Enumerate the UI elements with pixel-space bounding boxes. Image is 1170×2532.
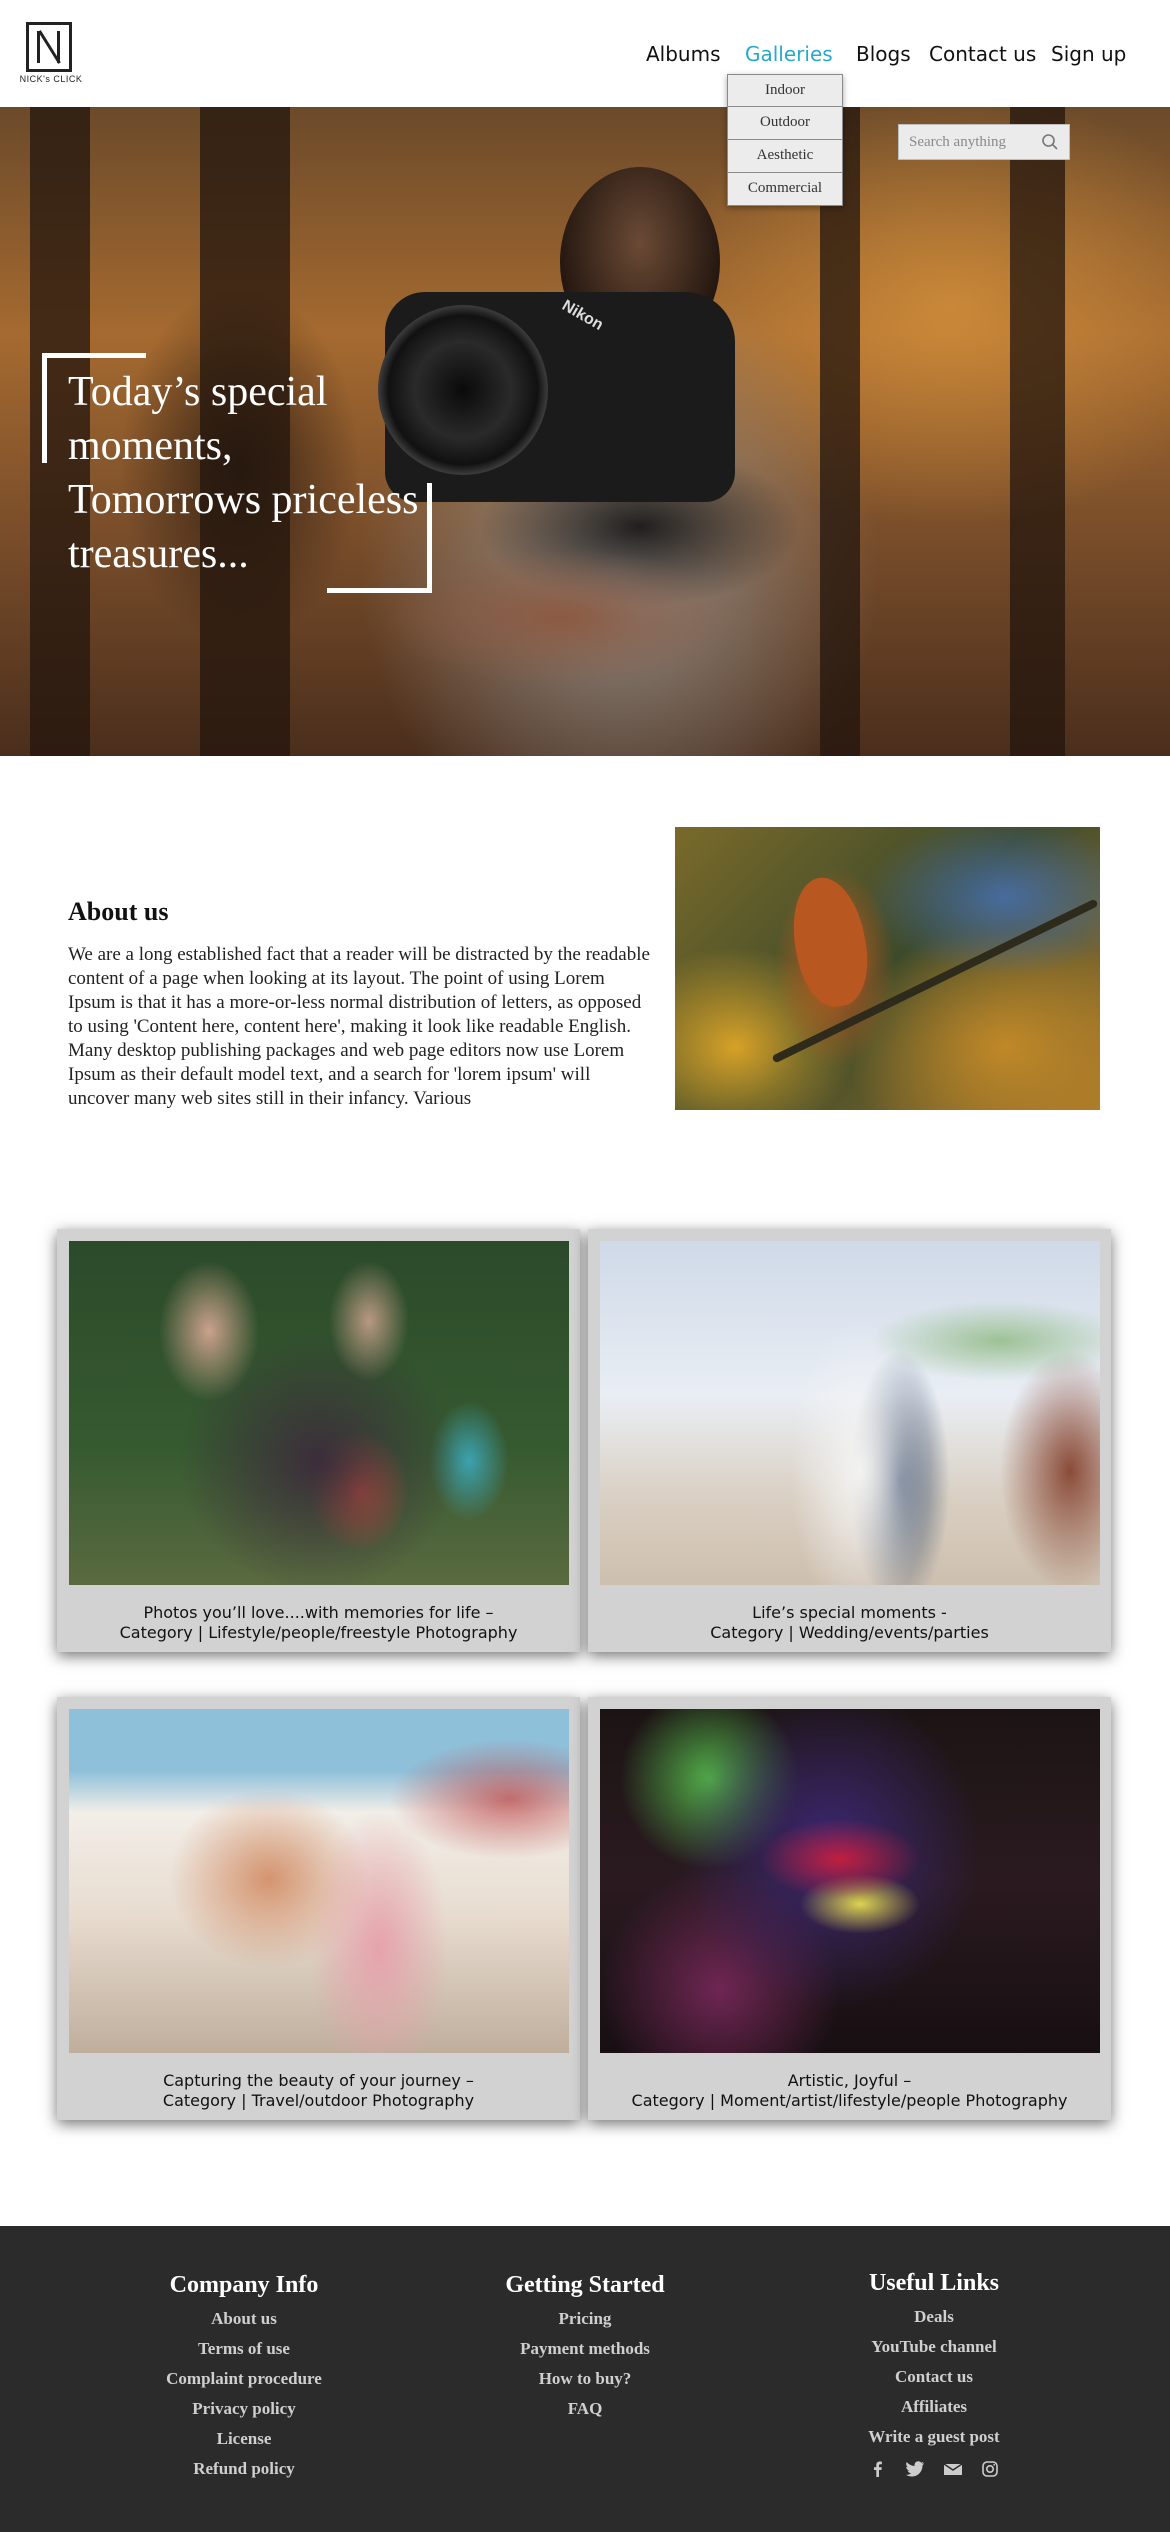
footer-link-license[interactable]: License <box>144 2424 344 2454</box>
social-links <box>834 2460 1034 2478</box>
gallery-category: Category | Travel/outdoor Photography <box>162 2091 475 2110</box>
search-placeholder: Search anything <box>909 134 1007 150</box>
footer-link-contact-us[interactable]: Contact us <box>834 2362 1034 2392</box>
nav-albums[interactable]: Albums <box>646 42 721 66</box>
hero-line-2: moments, <box>68 423 233 469</box>
gallery-image-wedding[interactable] <box>600 1241 1100 1585</box>
nav-contact-us[interactable]: Contact us <box>929 42 1036 66</box>
footer-link-youtube-channel[interactable]: YouTube channel <box>834 2332 1034 2362</box>
about-body: We are a long established fact that a re… <box>68 944 650 1109</box>
logo-mark <box>26 22 72 72</box>
gallery-category: Category | Moment/artist/lifestyle/peopl… <box>631 2091 1068 2110</box>
gallery-image-travel[interactable] <box>69 1709 569 2053</box>
gallery-caption: Capturing the beauty of your journey – <box>163 2071 474 2090</box>
hero-line-4: treasures... <box>68 531 249 577</box>
search-icon[interactable] <box>1041 133 1059 151</box>
footer-heading: Useful Links <box>868 2270 1000 2296</box>
footer-link-faq[interactable]: FAQ <box>485 2394 685 2424</box>
gallery-caption: Photos you’ll love....with memories for … <box>143 1603 494 1622</box>
gallery-caption: Artistic, Joyful – <box>787 2071 912 2090</box>
footer-link-affiliates[interactable]: Affiliates <box>834 2392 1034 2422</box>
dropdown-item-aesthetic[interactable]: Aesthetic <box>727 140 843 173</box>
gallery-card-wedding[interactable]: Life’s special moments - Category | Wedd… <box>588 1229 1111 1652</box>
instagram-icon[interactable] <box>981 2460 999 2478</box>
gallery-card-lifestyle[interactable]: Photos you’ll love....with memories for … <box>57 1229 580 1652</box>
hero-line-1: Today’s special <box>68 369 328 415</box>
footer-getting-started: Getting Started Pricing Payment methods … <box>485 2270 685 2424</box>
about-image <box>675 827 1100 1110</box>
galleries-dropdown: Indoor Outdoor Aesthetic Commercial <box>727 74 843 206</box>
footer-company-info: Company Info About us Terms of use Compl… <box>144 2270 344 2484</box>
footer-link-deals[interactable]: Deals <box>834 2302 1034 2332</box>
logo[interactable]: NICK's CLICK <box>16 18 86 88</box>
footer-link-how-to-buy[interactable]: How to buy? <box>485 2364 685 2394</box>
search-input[interactable]: Search anything <box>898 124 1070 160</box>
frame-corner-top-left-vertical <box>42 353 47 463</box>
footer-heading: Getting Started <box>505 2272 665 2298</box>
hero-banner: Nikon Today’s special moments, Tomorrows… <box>0 107 1170 756</box>
gallery-card-travel[interactable]: Capturing the beauty of your journey – C… <box>57 1697 580 2120</box>
nav-galleries[interactable]: Galleries <box>745 42 833 66</box>
footer-link-payment-methods[interactable]: Payment methods <box>485 2334 685 2364</box>
gallery-category: Category | Wedding/events/parties <box>710 1623 989 1642</box>
nav-blogs[interactable]: Blogs <box>856 42 911 66</box>
hero-headline: Today’s special moments, Tomorrows price… <box>68 365 448 581</box>
footer-link-write-guest-post[interactable]: Write a guest post <box>834 2422 1034 2452</box>
dropdown-item-indoor[interactable]: Indoor <box>727 74 843 107</box>
gallery-caption: Life’s special moments - <box>752 1603 947 1622</box>
site-header: NICK's CLICK Albums Galleries Blogs Cont… <box>0 0 1170 107</box>
about-title: About us <box>68 897 169 926</box>
gallery-image-family[interactable] <box>69 1241 569 1585</box>
email-icon[interactable] <box>943 2460 963 2478</box>
nav-sign-up[interactable]: Sign up <box>1051 42 1126 66</box>
footer-link-pricing[interactable]: Pricing <box>485 2304 685 2334</box>
footer-link-complaint-procedure[interactable]: Complaint procedure <box>144 2364 344 2394</box>
footer-useful-links: Useful Links Deals YouTube channel Conta… <box>834 2268 1034 2478</box>
gallery-category: Category | Lifestyle/people/freestyle Ph… <box>119 1623 518 1642</box>
frame-corner-top-left <box>42 353 146 358</box>
dropdown-item-commercial[interactable]: Commercial <box>727 173 843 206</box>
frame-corner-bottom-right <box>327 588 432 593</box>
facebook-icon[interactable] <box>869 2460 887 2478</box>
footer-link-terms-of-use[interactable]: Terms of use <box>144 2334 344 2364</box>
footer-link-about-us[interactable]: About us <box>144 2304 344 2334</box>
footer-link-privacy-policy[interactable]: Privacy policy <box>144 2394 344 2424</box>
gallery-image-artist[interactable] <box>600 1709 1100 2053</box>
dropdown-item-outdoor[interactable]: Outdoor <box>727 107 843 140</box>
gallery-card-artist[interactable]: Artistic, Joyful – Category | Moment/art… <box>588 1697 1111 2120</box>
footer-heading: Company Info <box>169 2272 319 2298</box>
footer-link-refund-policy[interactable]: Refund policy <box>144 2454 344 2484</box>
twitter-icon[interactable] <box>905 2460 925 2478</box>
logo-text: NICK's CLICK <box>19 74 83 84</box>
hero-line-3: Tomorrows priceless <box>68 477 419 523</box>
